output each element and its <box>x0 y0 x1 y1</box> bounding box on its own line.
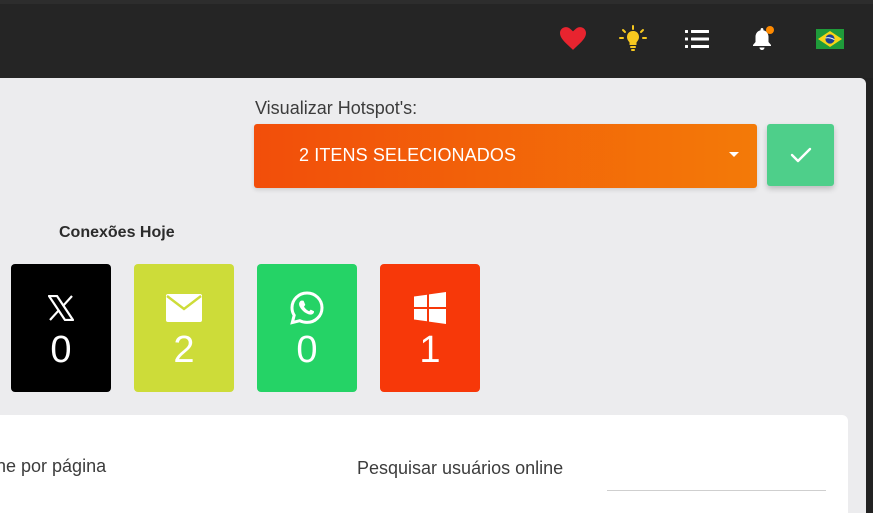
connection-count-whatsapp: 0 <box>296 329 318 371</box>
lightbulb-icon <box>619 25 647 51</box>
favorites-button[interactable] <box>558 24 588 54</box>
brazil-flag-icon <box>816 29 844 49</box>
main-content: Visualizar Hotspot's: 2 ITENS SELECIONAD… <box>0 78 866 513</box>
check-icon <box>790 147 811 163</box>
top-navbar <box>0 0 873 78</box>
tips-button[interactable] <box>618 24 648 54</box>
caret-down-icon <box>729 152 739 157</box>
envelope-icon <box>165 290 203 326</box>
list-icon <box>685 30 709 48</box>
confirm-hotspot-button[interactable] <box>767 124 834 186</box>
connection-card-whatsapp: 0 <box>257 264 357 392</box>
notifications-button[interactable] <box>747 24 777 54</box>
hotspot-selected-text: 2 ITENS SELECIONADOS <box>299 145 517 165</box>
windows-icon <box>414 290 446 326</box>
search-online-users-input[interactable] <box>607 449 826 491</box>
search-online-users-label: Pesquisar usuários online <box>357 458 564 478</box>
online-users-panel: ne por página Pesquisar usuários online <box>0 415 848 513</box>
whatsapp-icon <box>289 290 325 326</box>
language-selector[interactable] <box>815 24 845 54</box>
notification-badge-dot <box>766 26 774 34</box>
connection-count-windows: 1 <box>419 329 441 371</box>
connection-card-windows: 1 <box>380 264 480 392</box>
menu-list-button[interactable] <box>682 24 712 54</box>
connection-count-email: 2 <box>173 329 195 371</box>
connection-card-email: 2 <box>134 264 234 392</box>
hotspot-select-label: Visualizar Hotspot's: <box>255 98 418 118</box>
connection-card-x: 0 <box>11 264 111 392</box>
x-twitter-icon <box>48 290 74 326</box>
connections-today-title: Conexões Hoje <box>59 224 175 241</box>
per-page-label: ne por página <box>0 456 107 476</box>
hotspot-multiselect[interactable]: 2 ITENS SELECIONADOS <box>254 124 757 188</box>
window-top-strip <box>0 0 873 4</box>
connection-count-x: 0 <box>50 329 72 371</box>
heart-icon <box>560 27 586 50</box>
